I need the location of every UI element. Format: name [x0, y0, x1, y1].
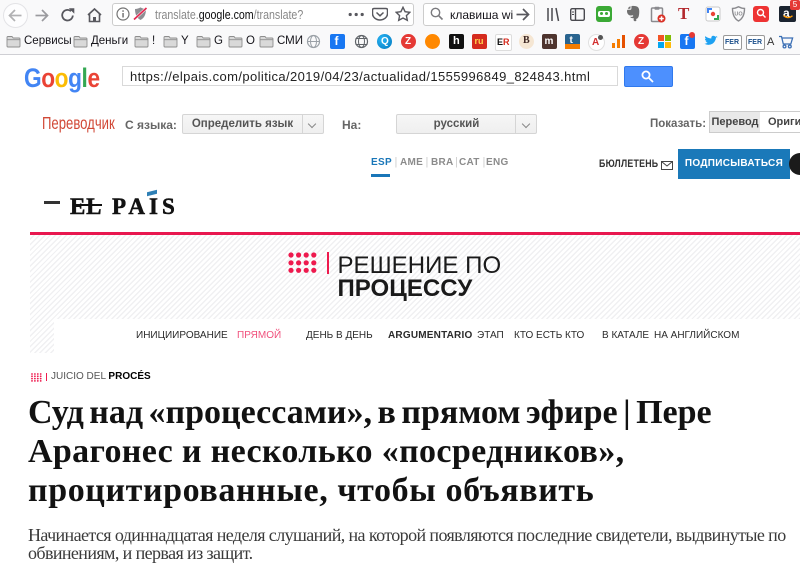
- svg-text:UO: UO: [734, 12, 743, 18]
